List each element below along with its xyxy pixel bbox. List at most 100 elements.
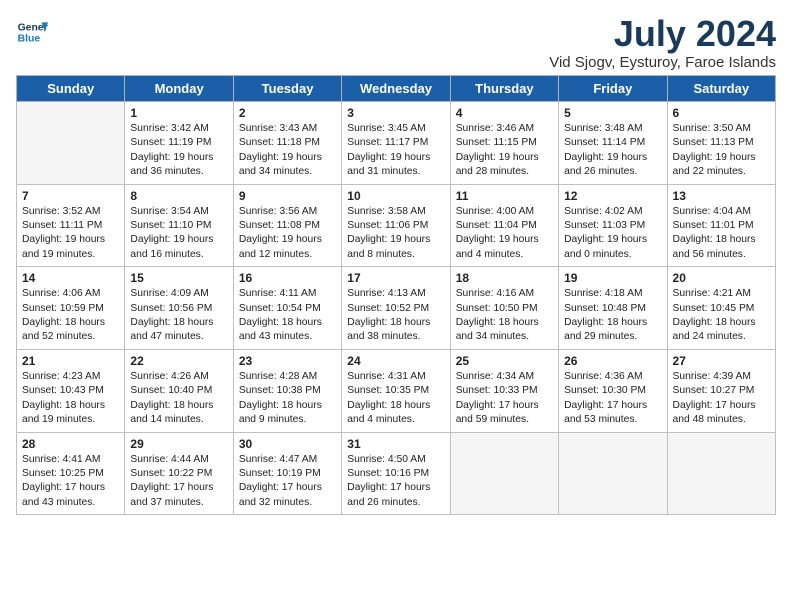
calendar-cell bbox=[559, 432, 667, 515]
title-block: July 2024 Vid Sjogv, Eysturoy, Faroe Isl… bbox=[549, 16, 776, 71]
calendar-cell: 20Sunrise: 4:21 AM Sunset: 10:45 PM Dayl… bbox=[667, 267, 775, 350]
logo: General Blue bbox=[16, 16, 48, 48]
location-subtitle: Vid Sjogv, Eysturoy, Faroe Islands bbox=[549, 54, 776, 71]
cell-info: Sunrise: 4:50 AM Sunset: 10:16 PM Daylig… bbox=[347, 453, 444, 511]
day-number: 12 bbox=[564, 189, 661, 203]
weekday-header-row: SundayMondayTuesdayWednesdayThursdayFrid… bbox=[17, 76, 776, 102]
day-number: 4 bbox=[456, 106, 553, 120]
cell-info: Sunrise: 3:58 AM Sunset: 11:06 PM Daylig… bbox=[347, 205, 444, 263]
day-number: 11 bbox=[456, 189, 553, 203]
calendar-cell: 23Sunrise: 4:28 AM Sunset: 10:38 PM Dayl… bbox=[233, 349, 341, 432]
calendar-cell: 13 Sunrise: 4:04 AM Sunset: 11:01 PM Dayl… bbox=[667, 184, 775, 267]
calendar-cell: 28 Sunrise: 4:41 AM Sunset: 10:25 PM Dayl… bbox=[17, 432, 125, 515]
calendar-cell: 24 Sunrise: 4:31 AM Sunset: 10:35 PM Dayl… bbox=[342, 349, 450, 432]
calendar-cell: 4 Sunrise: 3:46 AM Sunset: 11:15 PM Dayli… bbox=[450, 102, 558, 185]
calendar-cell: 30Sunrise: 4:47 AM Sunset: 10:19 PM Dayl… bbox=[233, 432, 341, 515]
calendar-cell: 1 Sunrise: 3:42 AM Sunset: 11:19 PM Dayli… bbox=[125, 102, 233, 185]
calendar-week-3: 14Sunrise: 4:06 AM Sunset: 10:59 PM Dayl… bbox=[17, 267, 776, 350]
day-number: 6 bbox=[673, 106, 770, 120]
day-number: 30 bbox=[239, 437, 336, 451]
cell-info: Sunrise: 4:34 AM Sunset: 10:33 PM Daylig… bbox=[456, 370, 553, 428]
month-year-title: July 2024 bbox=[549, 16, 776, 52]
day-number: 2 bbox=[239, 106, 336, 120]
cell-info: Sunrise: 4:04 AM Sunset: 11:01 PM Daylig… bbox=[673, 205, 770, 263]
calendar-cell: 10 Sunrise: 3:58 AM Sunset: 11:06 PM Dayl… bbox=[342, 184, 450, 267]
day-number: 24 bbox=[347, 354, 444, 368]
cell-info: Sunrise: 4:26 AM Sunset: 10:40 PM Daylig… bbox=[130, 370, 227, 428]
day-number: 16 bbox=[239, 271, 336, 285]
day-number: 27 bbox=[673, 354, 770, 368]
calendar-cell: 15Sunrise: 4:09 AM Sunset: 10:56 PM Dayl… bbox=[125, 267, 233, 350]
calendar-week-2: 7 Sunrise: 3:52 AM Sunset: 11:11 PM Dayli… bbox=[17, 184, 776, 267]
day-number: 5 bbox=[564, 106, 661, 120]
cell-info: Sunrise: 3:48 AM Sunset: 11:14 PM Daylig… bbox=[564, 122, 661, 180]
calendar-cell: 5 Sunrise: 3:48 AM Sunset: 11:14 PM Dayli… bbox=[559, 102, 667, 185]
calendar-cell: 21 Sunrise: 4:23 AM Sunset: 10:43 PM Dayl… bbox=[17, 349, 125, 432]
day-number: 31 bbox=[347, 437, 444, 451]
cell-info: Sunrise: 3:45 AM Sunset: 11:17 PM Daylig… bbox=[347, 122, 444, 180]
day-number: 26 bbox=[564, 354, 661, 368]
calendar-cell bbox=[667, 432, 775, 515]
day-number: 1 bbox=[130, 106, 227, 120]
calendar-cell bbox=[450, 432, 558, 515]
day-number: 25 bbox=[456, 354, 553, 368]
day-number: 21 bbox=[22, 354, 119, 368]
day-number: 8 bbox=[130, 189, 227, 203]
day-number: 18 bbox=[456, 271, 553, 285]
calendar-cell: 22 Sunrise: 4:26 AM Sunset: 10:40 PM Dayl… bbox=[125, 349, 233, 432]
day-number: 7 bbox=[22, 189, 119, 203]
cell-info: Sunrise: 3:42 AM Sunset: 11:19 PM Daylig… bbox=[130, 122, 227, 180]
calendar-cell: 18 Sunrise: 4:16 AM Sunset: 10:50 PM Dayl… bbox=[450, 267, 558, 350]
day-number: 17 bbox=[347, 271, 444, 285]
calendar-cell: 6Sunrise: 3:50 AM Sunset: 11:13 PM Dayli… bbox=[667, 102, 775, 185]
cell-info: Sunrise: 4:28 AM Sunset: 10:38 PM Daylig… bbox=[239, 370, 336, 428]
weekday-header-saturday: Saturday bbox=[667, 76, 775, 102]
day-number: 28 bbox=[22, 437, 119, 451]
weekday-header-sunday: Sunday bbox=[17, 76, 125, 102]
logo-icon: General Blue bbox=[16, 16, 48, 48]
calendar-cell: 27 Sunrise: 4:39 AM Sunset: 10:27 PM Dayl… bbox=[667, 349, 775, 432]
day-number: 3 bbox=[347, 106, 444, 120]
cell-info: Sunrise: 3:54 AM Sunset: 11:10 PM Daylig… bbox=[130, 205, 227, 263]
calendar-cell: 29 Sunrise: 4:44 AM Sunset: 10:22 PM Dayl… bbox=[125, 432, 233, 515]
page-header: General Blue July 2024 Vid Sjogv, Eystur… bbox=[16, 16, 776, 71]
calendar-cell: 9Sunrise: 3:56 AM Sunset: 11:08 PM Dayli… bbox=[233, 184, 341, 267]
cell-info: Sunrise: 3:56 AM Sunset: 11:08 PM Daylig… bbox=[239, 205, 336, 263]
calendar-cell bbox=[17, 102, 125, 185]
calendar-cell: 16Sunrise: 4:11 AM Sunset: 10:54 PM Dayl… bbox=[233, 267, 341, 350]
calendar-cell: 7 Sunrise: 3:52 AM Sunset: 11:11 PM Dayli… bbox=[17, 184, 125, 267]
cell-info: Sunrise: 4:44 AM Sunset: 10:22 PM Daylig… bbox=[130, 453, 227, 511]
calendar-cell: 12 Sunrise: 4:02 AM Sunset: 11:03 PM Dayl… bbox=[559, 184, 667, 267]
weekday-header-tuesday: Tuesday bbox=[233, 76, 341, 102]
cell-info: Sunrise: 4:21 AM Sunset: 10:45 PM Daylig… bbox=[673, 287, 770, 345]
calendar-week-1: 1 Sunrise: 3:42 AM Sunset: 11:19 PM Dayli… bbox=[17, 102, 776, 185]
cell-info: Sunrise: 3:52 AM Sunset: 11:11 PM Daylig… bbox=[22, 205, 119, 263]
cell-info: Sunrise: 4:31 AM Sunset: 10:35 PM Daylig… bbox=[347, 370, 444, 428]
day-number: 19 bbox=[564, 271, 661, 285]
weekday-header-thursday: Thursday bbox=[450, 76, 558, 102]
svg-text:Blue: Blue bbox=[18, 34, 41, 45]
day-number: 13 bbox=[673, 189, 770, 203]
day-number: 22 bbox=[130, 354, 227, 368]
calendar-cell: 26 Sunrise: 4:36 AM Sunset: 10:30 PM Dayl… bbox=[559, 349, 667, 432]
calendar-cell: 8 Sunrise: 3:54 AM Sunset: 11:10 PM Dayli… bbox=[125, 184, 233, 267]
cell-info: Sunrise: 4:36 AM Sunset: 10:30 PM Daylig… bbox=[564, 370, 661, 428]
calendar-cell: 17 Sunrise: 4:13 AM Sunset: 10:52 PM Dayl… bbox=[342, 267, 450, 350]
cell-info: Sunrise: 3:43 AM Sunset: 11:18 PM Daylig… bbox=[239, 122, 336, 180]
cell-info: Sunrise: 4:23 AM Sunset: 10:43 PM Daylig… bbox=[22, 370, 119, 428]
cell-info: Sunrise: 4:00 AM Sunset: 11:04 PM Daylig… bbox=[456, 205, 553, 263]
day-number: 10 bbox=[347, 189, 444, 203]
day-number: 29 bbox=[130, 437, 227, 451]
cell-info: Sunrise: 4:39 AM Sunset: 10:27 PM Daylig… bbox=[673, 370, 770, 428]
calendar-cell: 2 Sunrise: 3:43 AM Sunset: 11:18 PM Dayli… bbox=[233, 102, 341, 185]
cell-info: Sunrise: 4:13 AM Sunset: 10:52 PM Daylig… bbox=[347, 287, 444, 345]
cell-info: Sunrise: 4:16 AM Sunset: 10:50 PM Daylig… bbox=[456, 287, 553, 345]
weekday-header-wednesday: Wednesday bbox=[342, 76, 450, 102]
cell-info: Sunrise: 4:41 AM Sunset: 10:25 PM Daylig… bbox=[22, 453, 119, 511]
cell-info: Sunrise: 4:18 AM Sunset: 10:48 PM Daylig… bbox=[564, 287, 661, 345]
cell-info: Sunrise: 3:46 AM Sunset: 11:15 PM Daylig… bbox=[456, 122, 553, 180]
calendar-cell: 25 Sunrise: 4:34 AM Sunset: 10:33 PM Dayl… bbox=[450, 349, 558, 432]
day-number: 14 bbox=[22, 271, 119, 285]
cell-info: Sunrise: 4:02 AM Sunset: 11:03 PM Daylig… bbox=[564, 205, 661, 263]
calendar-week-4: 21 Sunrise: 4:23 AM Sunset: 10:43 PM Dayl… bbox=[17, 349, 776, 432]
